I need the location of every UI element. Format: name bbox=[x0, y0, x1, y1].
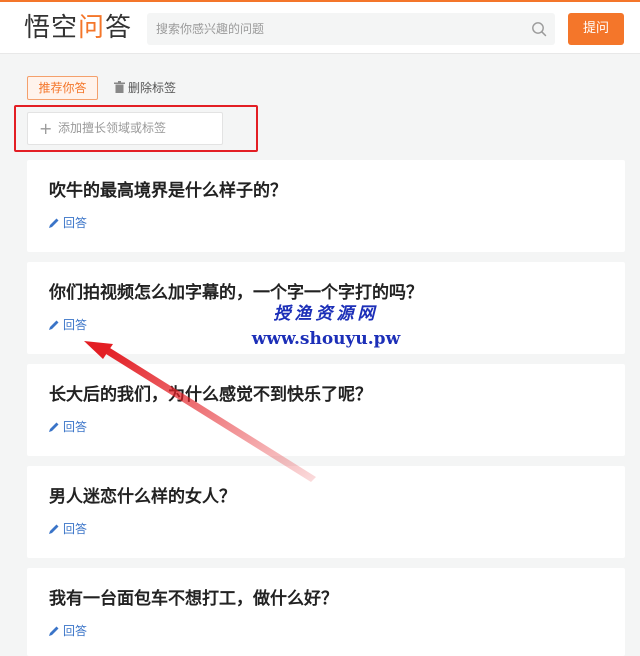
ask-question-button[interactable]: 提问 bbox=[568, 13, 624, 45]
answer-button[interactable]: 回答 bbox=[49, 316, 87, 334]
logo-accent: 问 bbox=[78, 13, 106, 43]
question-title[interactable]: 你们拍视频怎么加字幕的，一个字一个字打的吗？ bbox=[49, 282, 609, 304]
question-title[interactable]: 吹牛的最高境界是什么样子的？ bbox=[49, 180, 609, 202]
search-icon[interactable] bbox=[531, 21, 547, 37]
annotation-highlight-box bbox=[14, 105, 258, 152]
logo[interactable]: 悟空问答 bbox=[24, 11, 132, 45]
delete-tags-button[interactable]: 删除标签 bbox=[114, 76, 176, 100]
question-card: 我有一台面包车不想打工，做什么好？ 回答 bbox=[27, 568, 625, 656]
question-card: 吹牛的最高境界是什么样子的？ 回答 bbox=[27, 160, 625, 252]
question-title[interactable]: 长大后的我们，为什么感觉不到快乐了呢？ bbox=[49, 384, 609, 406]
pencil-icon bbox=[49, 218, 59, 228]
answer-label: 回答 bbox=[63, 420, 88, 434]
logo-tail: 答 bbox=[105, 13, 133, 43]
answer-label: 回答 bbox=[63, 318, 88, 332]
pencil-icon bbox=[49, 320, 59, 330]
answer-label: 回答 bbox=[63, 522, 88, 536]
answer-button[interactable]: 回答 bbox=[49, 214, 87, 232]
pencil-icon bbox=[49, 422, 59, 432]
search-input[interactable] bbox=[147, 13, 517, 45]
answer-button[interactable]: 回答 bbox=[49, 622, 87, 640]
search-box bbox=[147, 13, 555, 45]
header: 悟空问答 提问 bbox=[0, 2, 640, 54]
question-title[interactable]: 我有一台面包车不想打工，做什么好？ bbox=[49, 588, 609, 610]
question-card: 男人迷恋什么样的女人？ 回答 bbox=[27, 466, 625, 558]
logo-text: 悟空 bbox=[24, 13, 79, 43]
pencil-icon bbox=[49, 626, 59, 636]
pencil-icon bbox=[49, 524, 59, 534]
watermark-cn: 授渔资源网 bbox=[273, 304, 379, 324]
answer-button[interactable]: 回答 bbox=[49, 418, 87, 436]
question-card: 长大后的我们，为什么感觉不到快乐了呢？ 回答 bbox=[27, 364, 625, 456]
answer-label: 回答 bbox=[63, 216, 88, 230]
watermark-url: www.shouyu.pw bbox=[251, 329, 401, 349]
recommend-tag[interactable]: 推荐你答 bbox=[27, 76, 98, 100]
trash-icon bbox=[114, 81, 125, 93]
answer-button[interactable]: 回答 bbox=[49, 520, 87, 538]
watermark: 授渔资源网 www.shouyu.pw bbox=[246, 302, 406, 350]
delete-tags-label: 删除标签 bbox=[128, 81, 177, 95]
question-title[interactable]: 男人迷恋什么样的女人？ bbox=[49, 486, 609, 508]
answer-label: 回答 bbox=[63, 624, 88, 638]
